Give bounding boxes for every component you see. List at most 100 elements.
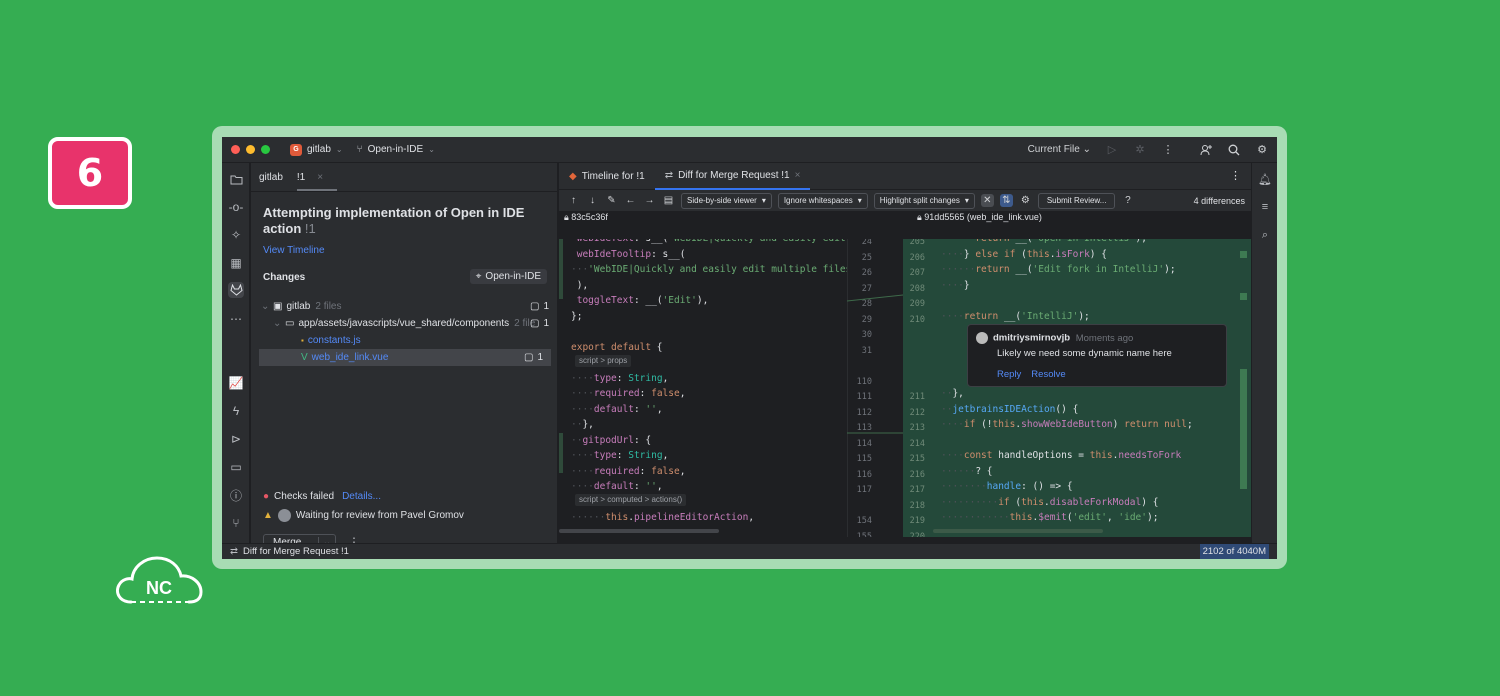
database-icon[interactable]: ≡: [1257, 199, 1273, 215]
settings-gear-icon[interactable]: ⚙: [1255, 143, 1269, 157]
more-tools-icon[interactable]: ⋯: [228, 311, 244, 327]
project-name: gitlab: [307, 144, 331, 155]
comment-icon: ▢: [523, 352, 534, 363]
tabs-more-icon[interactable]: ⋮: [1230, 169, 1241, 182]
viewer-dropdown[interactable]: Side-by-side viewer ▾: [681, 192, 772, 209]
tab-mr[interactable]: !1 ×: [296, 164, 337, 191]
terminal-icon[interactable]: ▭: [228, 459, 244, 475]
revision-bar: 🔒︎ 83c5c36f 🔒︎ 91dd5565 (web_ide_link.vu…: [559, 211, 1251, 224]
caret-down-icon: ▾: [857, 196, 862, 205]
line-number: 219: [909, 516, 925, 526]
diff-panel: ◆ Timeline for !1 ⇄ Diff for Merge Reque…: [559, 163, 1251, 543]
status-text[interactable]: Diff for Merge Request !1: [243, 546, 349, 557]
comment-count: ▢ 1: [530, 301, 549, 312]
profiler-chart-icon[interactable]: 📈: [228, 375, 244, 391]
line-number: 209: [909, 299, 925, 309]
whitespace-dropdown[interactable]: Ignore whitespaces ▾: [777, 192, 868, 209]
right-code-pane: 205 206 207 208 209 210 211 212 213 214 215 216 217 2…: [903, 239, 1251, 537]
run-icon[interactable]: ▷: [1105, 143, 1119, 157]
structure-icon[interactable]: ▦: [228, 255, 244, 271]
waiting-label: Waiting for review from Pavel Gromov: [295, 510, 464, 521]
tag-icon: ⌖: [475, 271, 482, 282]
chevron-down-icon: ⌄: [335, 145, 343, 154]
forward-arrow-icon[interactable]: →: [643, 194, 656, 207]
horizontal-scrollbar[interactable]: [559, 529, 719, 533]
view-timeline-link[interactable]: View Timeline: [263, 245, 325, 256]
right-revision: 🔒︎ 91dd5565 (web_ide_link.vue): [917, 212, 1042, 222]
tab-gitlab[interactable]: gitlab: [259, 172, 283, 183]
diff-icon: ⇄: [230, 546, 238, 557]
scope-breadcrumb: script > computed > actions(): [575, 494, 687, 506]
comment-count: ▢ 1: [524, 352, 543, 363]
tab-diff[interactable]: ⇄ Diff for Merge Request !1 ×: [654, 163, 811, 190]
memory-indicator[interactable]: 2102 of 4040M: [1199, 544, 1269, 559]
run-config-label: Current File: [1027, 144, 1080, 155]
branch-chip[interactable]: ⌖ Open-in-IDE: [469, 269, 547, 284]
back-arrow-icon[interactable]: ←: [624, 194, 637, 207]
services-bolt-icon[interactable]: ϟ: [228, 403, 244, 419]
ai-chat-icon[interactable]: ⌕: [1257, 227, 1273, 243]
submit-review-button[interactable]: Submit Review...: [1037, 192, 1116, 209]
diff-toolbar: ↑ ↓ ✎ ← → ▤ Side-by-side viewer ▾ Ignore …: [559, 190, 1251, 211]
sync-scroll-icon[interactable]: ⇅: [999, 194, 1013, 207]
changes-heading: Changes: [263, 272, 306, 283]
avatar: [976, 332, 988, 344]
highlight-dropdown[interactable]: Highlight split changes ▾: [873, 192, 975, 209]
close-window-button[interactable]: [231, 145, 240, 154]
line-number: 208: [909, 283, 925, 294]
details-link[interactable]: Details...: [342, 491, 381, 502]
module-icon: ▣: [273, 301, 283, 312]
ai-assistant-icon[interactable]: ✧: [228, 227, 244, 243]
document-icon[interactable]: ▤: [662, 194, 675, 207]
tree-row[interactable]: ⌄ ▭ app/assets/javascripts/vue_shared/co…: [251, 315, 557, 332]
right-hash: 91dd5565 (web_ide_link.vue): [924, 212, 1042, 222]
panel-tabs: gitlab !1 ×: [251, 163, 557, 192]
nc-logo: NC: [116, 556, 203, 604]
next-diff-icon[interactable]: ↓: [586, 194, 599, 207]
checks-status: ● Checks failed Details...: [263, 491, 381, 502]
tab-timeline[interactable]: ◆ Timeline for !1: [559, 163, 655, 190]
project-folder-icon[interactable]: [228, 171, 244, 187]
comment-icon: ▢: [529, 301, 540, 312]
nc-logo-text: NC: [146, 578, 172, 598]
close-icon[interactable]: ×: [317, 172, 323, 183]
add-user-icon[interactable]: [1199, 143, 1213, 157]
search-icon[interactable]: [1227, 143, 1241, 157]
comment-count-value: 1: [537, 352, 543, 363]
line-number: 211: [909, 392, 925, 402]
tree-row-selected[interactable]: V web_ide_link.vue ▢ 1: [259, 349, 551, 366]
tree-row[interactable]: ⌄ ▣ gitlab 2 files ▢ 1: [251, 298, 557, 315]
debug-icon[interactable]: ✲: [1133, 143, 1147, 157]
tree-row[interactable]: ▪ constants.js: [251, 332, 557, 349]
tree-label: app/assets/javascripts/vue_shared/compon…: [298, 318, 510, 329]
reply-link[interactable]: Reply: [997, 369, 1021, 380]
diff-settings-icon[interactable]: ⚙: [1019, 194, 1032, 207]
chevron-down-icon: ⌄: [261, 301, 270, 312]
prev-diff-icon[interactable]: ↑: [567, 194, 580, 207]
help-icon[interactable]: ?: [1121, 194, 1134, 207]
branch-selector[interactable]: ⑂ Open-in-IDE ⌄: [357, 144, 435, 155]
tab-label: Diff for Merge Request !1: [678, 169, 790, 181]
gitlab-icon: ◆: [569, 170, 577, 182]
minimize-window-button[interactable]: [246, 145, 255, 154]
notifications-bell-icon[interactable]: 🔔︎: [1257, 171, 1273, 187]
run-config-selector[interactable]: Current File ⌄: [1028, 144, 1091, 155]
line-number: 205: [909, 239, 925, 247]
gitlab-merge-requests-icon[interactable]: [228, 282, 244, 298]
commit-icon[interactable]: -o-: [228, 199, 244, 215]
git-icon[interactable]: ⑂: [228, 515, 244, 531]
maximize-window-button[interactable]: [261, 145, 270, 154]
diff-icon: ⇄: [664, 169, 674, 181]
more-icon[interactable]: ⋮: [1161, 143, 1175, 157]
close-icon[interactable]: ×: [795, 170, 801, 181]
collapse-icon[interactable]: ✕: [980, 194, 994, 207]
comment-count-value: 1: [543, 301, 549, 312]
project-selector[interactable]: G gitlab ⌄: [290, 143, 343, 156]
problems-icon[interactable]: ⓘ: [228, 487, 244, 503]
branch-chip-label: Open-in-IDE: [485, 271, 541, 282]
run-circle-icon[interactable]: ⊳: [228, 431, 244, 447]
edit-pencil-icon[interactable]: ✎: [605, 194, 618, 207]
horizontal-scrollbar[interactable]: [933, 529, 1103, 533]
review-status: ▲ Waiting for review from Pavel Gromov: [263, 509, 464, 522]
resolve-link[interactable]: Resolve: [1031, 369, 1065, 380]
